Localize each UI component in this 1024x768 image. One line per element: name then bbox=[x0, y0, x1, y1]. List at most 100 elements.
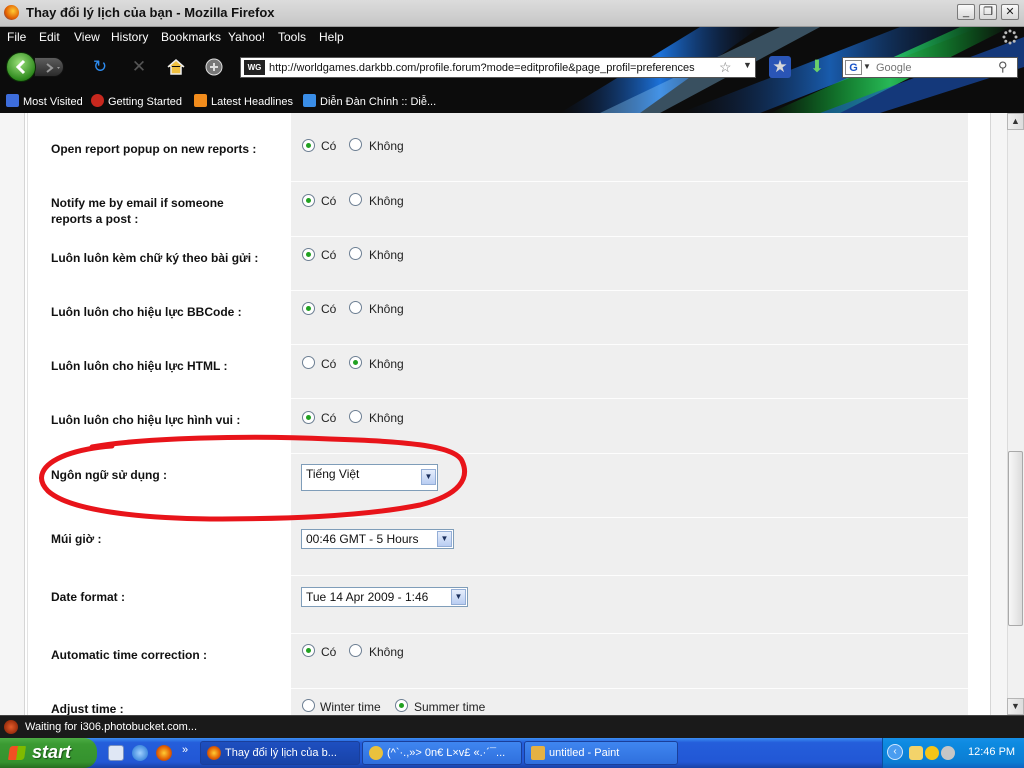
url-dropdown-icon[interactable]: ▼ bbox=[743, 60, 752, 70]
clock: 12:46 PM bbox=[968, 746, 1016, 758]
radio-auto-time-no[interactable] bbox=[349, 644, 362, 657]
window-title-bar: Thay đổi lý lịch của bạn - Mozilla Firef… bbox=[0, 0, 1024, 27]
menu-tools[interactable]: Tools bbox=[278, 30, 306, 44]
label-signature: Luôn luôn kèm chữ ký theo bài gửi : bbox=[51, 251, 259, 265]
page-left-margin bbox=[0, 113, 25, 715]
back-button[interactable] bbox=[6, 52, 36, 82]
firefox-quicklaunch-icon[interactable] bbox=[156, 745, 172, 761]
menu-help[interactable]: Help bbox=[319, 30, 344, 44]
window-title: Thay đổi lý lịch của bạn - Mozilla Firef… bbox=[26, 5, 275, 20]
scrollbar-thumb[interactable] bbox=[1008, 451, 1023, 626]
bookmarks-star-icon[interactable]: ★ bbox=[769, 56, 791, 78]
mail-tray-icon[interactable] bbox=[909, 746, 923, 760]
search-engine-icon[interactable]: G bbox=[845, 60, 862, 75]
radio-html-yes[interactable] bbox=[302, 356, 315, 369]
stop-icon[interactable]: ✕ bbox=[128, 56, 150, 78]
label-open-report-popup: Open report popup on new reports : bbox=[51, 142, 257, 156]
radio-smilies-no[interactable] bbox=[349, 410, 362, 423]
option-yes-label: Có bbox=[321, 248, 337, 262]
status-icon bbox=[4, 720, 18, 734]
radio-signature-yes[interactable] bbox=[302, 248, 315, 261]
option-yes-label: Có bbox=[321, 357, 337, 371]
address-bar[interactable]: WG ☆ ▼ bbox=[240, 57, 756, 78]
home-icon[interactable] bbox=[165, 56, 187, 78]
chevron-down-icon[interactable]: ▼ bbox=[421, 469, 436, 485]
rss-icon bbox=[194, 94, 207, 107]
date-format-value: Tue 14 Apr 2009 - 1:46 bbox=[306, 590, 429, 604]
bookmark-dien-dan[interactable]: Diễn Đàn Chính :: Diễ... bbox=[303, 94, 436, 108]
menu-history[interactable]: History bbox=[111, 30, 148, 44]
maximize-button[interactable]: ❐ bbox=[979, 4, 997, 20]
search-box[interactable]: G ▼ ⚲ bbox=[842, 57, 1018, 78]
reload-icon[interactable]: ↻ bbox=[89, 56, 111, 78]
download-icon[interactable]: ⬇ bbox=[806, 56, 828, 78]
bookmark-star-icon[interactable]: ☆ bbox=[719, 59, 732, 76]
chat-icon bbox=[369, 746, 383, 760]
scroll-down-button[interactable]: ▼ bbox=[1007, 698, 1024, 715]
radio-bbcode-yes[interactable] bbox=[302, 302, 315, 315]
quicklaunch-more-icon[interactable]: » bbox=[182, 744, 188, 756]
label-adjust-time: Adjust time : bbox=[51, 702, 124, 715]
language-select[interactable]: Tiếng Việt ▼ bbox=[301, 464, 438, 491]
label-language: Ngôn ngữ sử dụng : bbox=[51, 468, 168, 482]
network-tray-icon[interactable] bbox=[941, 746, 955, 760]
radio-open-report-no[interactable] bbox=[349, 138, 362, 151]
menu-yahoo[interactable]: Yahoo! bbox=[228, 30, 265, 44]
task-firefox[interactable]: Thay đổi lý lịch của b... bbox=[200, 741, 360, 765]
label-auto-time-correction: Automatic time correction : bbox=[51, 648, 208, 662]
radio-html-no[interactable] bbox=[349, 356, 362, 369]
row-separator bbox=[291, 236, 968, 237]
option-no-label: Không bbox=[369, 357, 404, 371]
task-paint[interactable]: untitled - Paint bbox=[524, 741, 678, 765]
radio-winter-time[interactable] bbox=[302, 699, 315, 712]
start-button[interactable]: start bbox=[0, 738, 97, 768]
bookmark-getting-started[interactable]: Getting Started bbox=[91, 94, 182, 108]
chevron-down-icon[interactable]: ▼ bbox=[451, 589, 466, 605]
addon-icon[interactable] bbox=[203, 56, 225, 78]
notepad-quicklaunch-icon[interactable] bbox=[108, 745, 124, 761]
radio-notify-yes[interactable] bbox=[302, 194, 315, 207]
radio-notify-no[interactable] bbox=[349, 193, 362, 206]
bookmark-latest-headlines[interactable]: Latest Headlines bbox=[194, 94, 293, 108]
folder-icon bbox=[6, 94, 19, 107]
chevron-down-icon[interactable]: ▼ bbox=[437, 531, 452, 547]
engine-dropdown-icon[interactable]: ▼ bbox=[863, 62, 871, 71]
menu-file[interactable]: File bbox=[7, 30, 26, 44]
radio-bbcode-no[interactable] bbox=[349, 301, 362, 314]
tray-expand-icon[interactable]: ‹ bbox=[887, 744, 903, 760]
radio-summer-time[interactable] bbox=[395, 699, 408, 712]
option-no-label: Không bbox=[369, 302, 404, 316]
close-button[interactable]: ✕ bbox=[1001, 4, 1019, 20]
label-notify-email: Notify me by email if someone reports a … bbox=[51, 196, 224, 226]
menu-bookmarks[interactable]: Bookmarks bbox=[161, 30, 221, 44]
row-separator bbox=[291, 575, 968, 576]
menu-edit[interactable]: Edit bbox=[39, 30, 60, 44]
radio-signature-no[interactable] bbox=[349, 247, 362, 260]
radio-smilies-yes[interactable] bbox=[302, 411, 315, 424]
forward-button[interactable] bbox=[34, 57, 64, 77]
status-text: Waiting for i306.photobucket.com... bbox=[25, 721, 198, 733]
ie-quicklaunch-icon[interactable] bbox=[132, 745, 148, 761]
messenger-tray-icon[interactable] bbox=[925, 746, 939, 760]
label-html: Luôn luôn cho hiệu lực HTML : bbox=[51, 359, 228, 373]
timezone-select[interactable]: 00:46 GMT - 5 Hours ▼ bbox=[301, 529, 454, 549]
row-separator bbox=[291, 688, 968, 689]
page-right-margin bbox=[990, 113, 1007, 715]
search-input[interactable] bbox=[876, 59, 996, 76]
date-format-select[interactable]: Tue 14 Apr 2009 - 1:46 ▼ bbox=[301, 587, 468, 607]
row-separator bbox=[291, 344, 968, 345]
bookmark-most-visited[interactable]: Most Visited bbox=[6, 94, 83, 108]
scroll-up-button[interactable]: ▲ bbox=[1007, 113, 1024, 130]
menu-view[interactable]: View bbox=[74, 30, 100, 44]
url-input[interactable] bbox=[269, 59, 709, 76]
radio-open-report-yes[interactable] bbox=[302, 139, 315, 152]
radio-auto-time-yes[interactable] bbox=[302, 644, 315, 657]
winter-time-label: Winter time bbox=[320, 700, 381, 714]
task-chat[interactable]: (^`·.,»> 0n€ L×v£ «.·´¯... bbox=[362, 741, 522, 765]
option-no-label: Không bbox=[369, 411, 404, 425]
option-yes-label: Có bbox=[321, 645, 337, 659]
minimize-button[interactable]: _ bbox=[957, 4, 975, 20]
row-separator bbox=[291, 181, 968, 182]
search-icon[interactable]: ⚲ bbox=[998, 59, 1008, 75]
label-smilies: Luôn luôn cho hiệu lực hình vui : bbox=[51, 413, 241, 427]
